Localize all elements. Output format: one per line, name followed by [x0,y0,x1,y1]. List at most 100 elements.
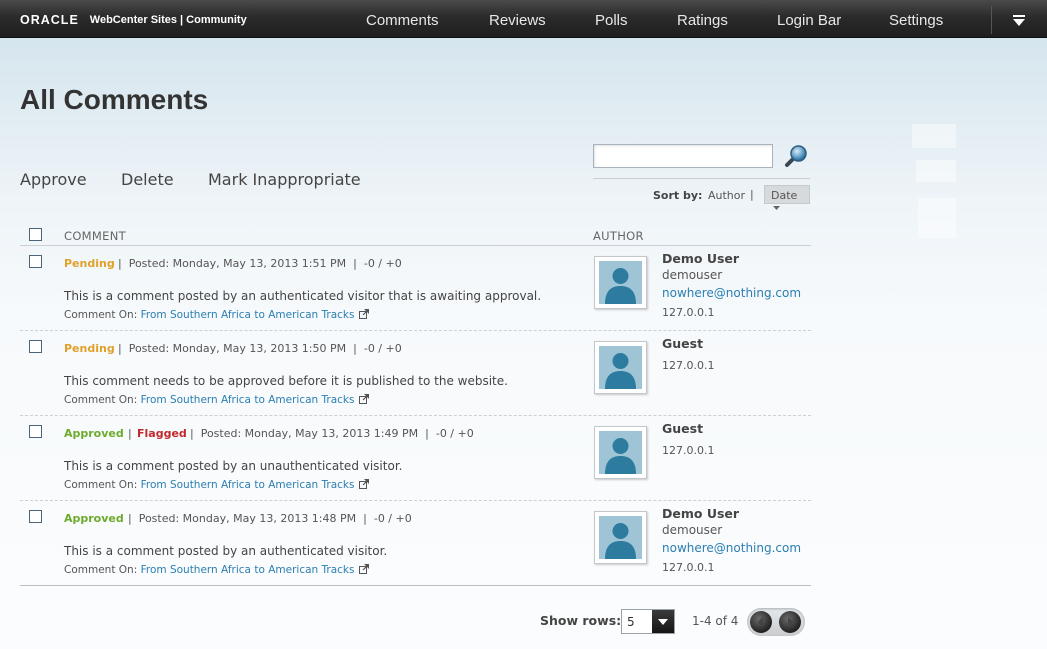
status-badge: Pending [64,257,115,270]
sort-date-button[interactable]: Date [764,185,810,210]
row-divider [20,330,811,331]
prev-page-icon [758,617,763,627]
background-decoration [916,160,956,182]
comment-on-label: Comment On: [64,479,138,491]
posted-date: Posted: Monday, May 13, 2013 1:51 PM [128,257,347,270]
comment-meta: | Posted: Monday, May 13, 2013 1:48 PM |… [128,512,412,525]
search-icon[interactable] [782,142,810,170]
sort-divider [593,178,810,179]
avatar-placeholder-icon [599,516,642,559]
author-name: Demo User [662,506,740,521]
sort-label: Sort by: [653,189,703,202]
status-badge: Approved [64,427,124,440]
header-divider [20,245,811,246]
search-input[interactable] [593,144,773,168]
comment-meta: | Posted: Monday, May 13, 2013 1:50 PM |… [118,342,402,355]
author-username: demouser [662,523,723,537]
avatar [594,511,647,564]
rows-per-page-select[interactable]: 5 [621,609,675,634]
comment-text: This comment needs to be approved before… [64,374,508,388]
avatar-placeholder-icon [599,346,642,389]
sort-author-link[interactable]: Author [708,189,745,202]
row-checkbox[interactable] [29,255,42,268]
comment-on: Comment On: From Southern Africa to Amer… [64,564,370,576]
show-rows-label: Show rows: [540,613,622,628]
next-page-button[interactable] [779,611,801,633]
avatar-placeholder-icon [599,261,642,304]
row-divider [20,415,811,416]
avatar [594,256,647,309]
comment-text: This is a comment posted by an unauthent… [64,459,403,473]
product-name: WebCenter Sites | Community [89,14,247,26]
brand: ORACLE WebCenter Sites | Community [20,12,247,28]
nav-polls[interactable]: Polls [595,12,628,29]
flagged-badge: Flagged [137,427,187,440]
author-ip: 127.0.0.1 [662,444,715,457]
approve-button[interactable]: Approve [20,170,87,189]
comment-on: Comment On: From Southern Africa to Amer… [64,394,370,406]
row-checkbox[interactable] [29,340,42,353]
rows-select-toggle[interactable] [652,610,674,633]
author-name: Guest [662,421,704,436]
nav-comments[interactable]: Comments [366,12,439,29]
page-title: All Comments [20,84,209,115]
comment-meta: | Posted: Monday, May 13, 2013 1:51 PM |… [118,257,402,270]
pager [747,608,805,636]
row-checkbox[interactable] [29,510,42,523]
external-link-icon[interactable] [359,394,370,404]
background-decoration [918,198,956,238]
comment-on-label: Comment On: [64,394,138,406]
select-all-checkbox[interactable] [29,228,42,241]
next-page-icon [788,617,793,627]
comment-on-link[interactable]: From Southern Africa to American Tracks [141,479,355,491]
vote-count: -0 / +0 [363,342,402,355]
author-name: Demo User [662,251,740,266]
external-link-icon[interactable] [359,309,370,319]
mark-inappropriate-button[interactable]: Mark Inappropriate [208,170,361,189]
delete-button[interactable]: Delete [121,170,174,189]
nav-ratings[interactable]: Ratings [677,12,728,29]
chevron-down-icon [773,206,780,210]
comment-on: Comment On: From Southern Africa to Amer… [64,309,370,321]
oracle-logo: ORACLE [20,13,79,27]
author-ip: 127.0.0.1 [662,561,715,574]
comment-on-label: Comment On: [64,309,138,321]
author-email[interactable]: nowhere@nothing.com [662,541,801,555]
external-link-icon[interactable] [359,479,370,489]
chevron-down-icon [658,619,668,625]
avatar [594,341,647,394]
page-count: 1-4 of 4 [692,614,739,628]
column-header-author: AUTHOR [593,229,644,243]
vote-count: -0 / +0 [435,427,474,440]
status-badge: Approved [64,512,124,525]
author-name: Guest [662,336,704,351]
posted-date: Posted: Monday, May 13, 2013 1:49 PM [200,427,419,440]
author-username: demouser [662,268,723,282]
comment-on-label: Comment On: [64,564,138,576]
comment-on: Comment On: From Southern Africa to Amer… [64,479,370,491]
external-link-icon[interactable] [359,564,370,574]
table-bottom-divider [20,585,811,586]
nav-settings[interactable]: Settings [889,12,943,29]
author-ip: 127.0.0.1 [662,306,715,319]
author-ip: 127.0.0.1 [662,359,715,372]
nav-reviews[interactable]: Reviews [489,12,546,29]
row-checkbox[interactable] [29,425,42,438]
nav-login-bar[interactable]: Login Bar [777,12,841,29]
prev-page-button[interactable] [750,611,772,633]
vote-count: -0 / +0 [363,257,402,270]
menu-arrow-icon[interactable] [1008,12,1030,30]
author-email[interactable]: nowhere@nothing.com [662,286,801,300]
rows-per-page-value: 5 [627,615,635,629]
comment-on-link[interactable]: From Southern Africa to American Tracks [141,564,355,576]
comment-text: This is a comment posted by an authentic… [64,289,542,303]
status-separator: | [128,427,132,440]
sort-separator: | [750,188,754,201]
comment-on-link[interactable]: From Southern Africa to American Tracks [141,309,355,321]
comment-on-link[interactable]: From Southern Africa to American Tracks [141,394,355,406]
posted-date: Posted: Monday, May 13, 2013 1:48 PM [138,512,357,525]
avatar [594,426,647,479]
vote-count: -0 / +0 [373,512,412,525]
row-divider [20,500,811,501]
avatar-placeholder-icon [599,431,642,474]
